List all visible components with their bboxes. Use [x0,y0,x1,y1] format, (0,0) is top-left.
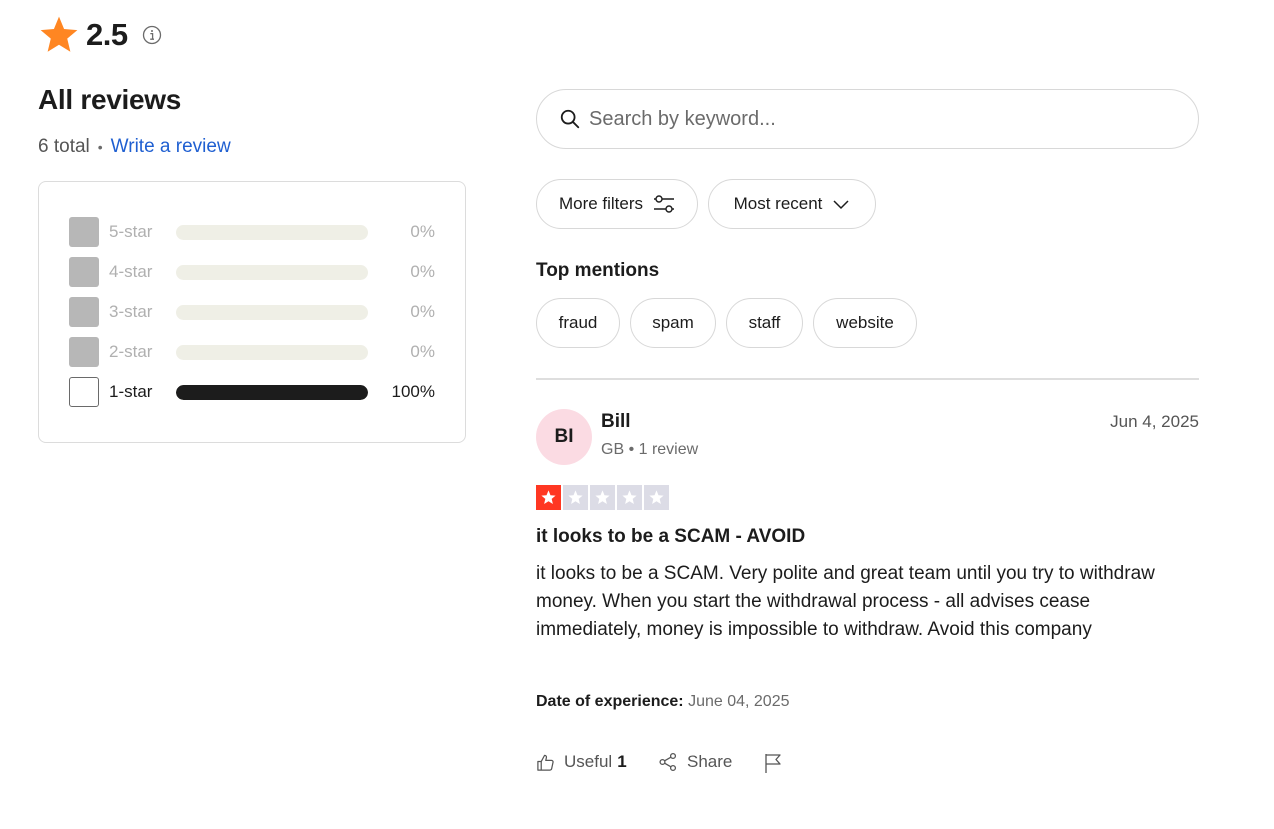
share-icon [659,752,677,772]
rating-bar [176,344,368,360]
review-body: it looks to be a SCAM. Very polite and g… [536,563,1155,640]
rating-bar [176,304,368,320]
review-title[interactable]: it looks to be a SCAM - AVOID [536,526,805,548]
reviewer-name[interactable]: Bill [601,411,631,433]
mention-tag-label: spam [652,313,694,332]
mention-tag-website[interactable]: website [813,298,917,348]
checkbox[interactable] [69,217,99,247]
divider [536,378,1199,380]
mention-tag-label: staff [748,313,781,332]
search-bar[interactable] [536,89,1199,149]
useful-count: 1 [617,752,627,771]
rating-percent: 0% [410,302,435,321]
rating-distribution-card: 5-star 0% 4-star 0% 3-star 0% 2-star 0% 1-star 10… [38,181,466,443]
useful-button[interactable]: Useful 1 [536,752,627,772]
experience-label: Date of experience: [536,693,684,710]
rating-filter-label: 3-star [109,302,153,321]
info-icon[interactable] [142,25,162,45]
avatar[interactable]: BI [536,409,592,465]
rating-filter-3-star[interactable]: 3-star 0% [69,297,435,327]
star-icon [40,16,78,52]
rating-filter-label: 2-star [109,342,153,361]
flag-icon [765,754,781,773]
sort-dropdown[interactable]: Most recent [708,179,876,229]
rating-percent: 0% [410,262,435,281]
rating-filter-label: 1-star [109,382,153,401]
useful-label: Useful [564,752,613,771]
share-label: Share [687,752,733,771]
rating-percent: 0% [410,222,435,241]
review-star-rating [536,485,669,510]
rating-filter-2-star[interactable]: 2-star 0% [69,337,435,367]
rating-filter-4-star[interactable]: 4-star 0% [69,257,435,287]
rating-summary: 2.5 [38,14,162,56]
star-empty-icon [563,485,588,510]
total-count: 6 total [38,136,90,157]
rating-value: 2.5 [86,17,128,52]
mention-tag-label: fraud [558,313,598,332]
rating-bar [176,384,368,400]
top-mentions-title: Top mentions [536,260,660,281]
star-empty-icon [644,485,669,510]
checkbox[interactable] [69,257,99,287]
rating-bar [176,264,368,280]
search-icon [560,109,580,129]
rating-filter-label: 4-star [109,262,153,281]
chevron-down-icon [833,200,849,210]
report-button[interactable] [763,752,792,774]
mention-tag-staff[interactable]: staff [726,298,803,348]
rating-filter-5-star[interactable]: 5-star 0% [69,217,435,247]
date-of-experience: Date of experience: June 04, 2025 [536,693,789,711]
rating-bar [176,224,368,240]
rating-bar-fill [176,384,368,400]
search-input[interactable] [589,107,1149,131]
reviews-meta: 6 total • Write a review [38,136,231,158]
mention-tag-label: website [836,313,894,332]
star-empty-icon [590,485,615,510]
review-date: Jun 4, 2025 [1110,412,1199,431]
more-filters-button[interactable]: More filters [536,179,698,229]
checkbox[interactable] [69,337,99,367]
star-filled-icon [536,485,561,510]
filter-sliders-icon [654,195,675,213]
rating-filter-1-star[interactable]: 1-star 100% [69,377,435,407]
share-button[interactable]: Share [658,752,732,772]
thumbs-up-icon [537,754,554,771]
rating-percent: 100% [391,382,435,401]
more-filters-label: More filters [558,194,644,213]
experience-date: June 04, 2025 [688,693,790,710]
star-empty-icon [617,485,642,510]
checkbox[interactable] [69,297,99,327]
write-review-link[interactable]: Write a review [111,136,231,158]
sort-label: Most recent [733,194,823,213]
checkbox[interactable] [69,377,99,407]
page-title: All reviews [38,84,182,115]
separator-dot: • [97,139,103,155]
rating-percent: 0% [410,342,435,361]
mention-tag-spam[interactable]: spam [630,298,716,348]
reviewer-meta: GB • 1 review [601,441,699,458]
rating-filter-label: 5-star [109,222,153,241]
mention-tag-fraud[interactable]: fraud [536,298,620,348]
